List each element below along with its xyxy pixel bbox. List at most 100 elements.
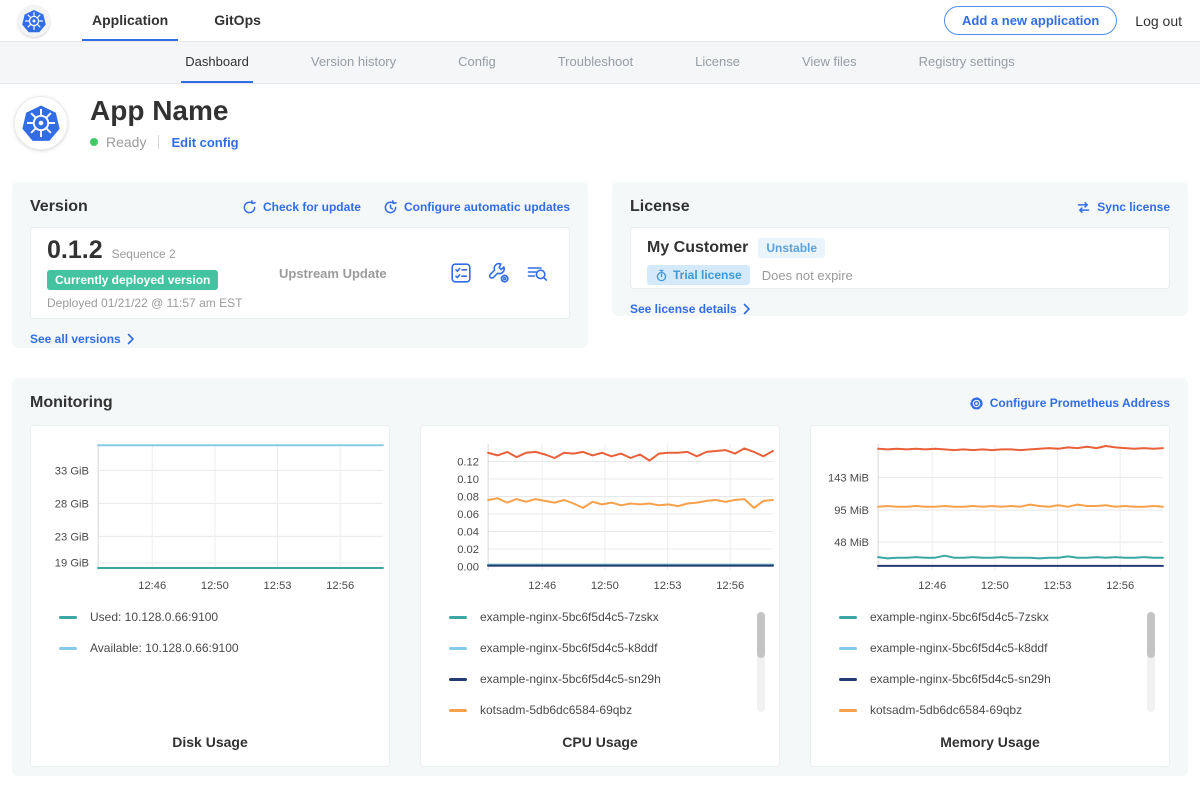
- brand[interactable]: [0, 0, 68, 41]
- legend-item[interactable]: kotsadm-5db6dc6584-69qbz: [839, 703, 1135, 717]
- nav-item-gitops[interactable]: GitOps: [204, 0, 271, 41]
- page-title: App Name: [90, 96, 239, 126]
- svg-text:33 GiB: 33 GiB: [55, 465, 89, 477]
- monitoring-card: Monitoring Configure Prometheus Address …: [12, 378, 1188, 776]
- tab-view-files[interactable]: View files: [798, 42, 861, 83]
- legend-scrollbar[interactable]: [757, 612, 765, 712]
- channel-badge: Unstable: [758, 238, 825, 258]
- legend-swatch: [449, 616, 467, 619]
- tab-troubleshoot[interactable]: Troubleshoot: [554, 42, 637, 83]
- svg-text:0.00: 0.00: [457, 562, 479, 574]
- memory-usage-panel: 48 MiB95 MiB143 MiB12:4612:5012:5312:56 …: [810, 425, 1170, 767]
- svg-text:12:46: 12:46: [138, 580, 166, 592]
- tab-dashboard[interactable]: Dashboard: [181, 42, 253, 83]
- legend-item[interactable]: example-nginx-5bc6f5d4c5-sn29h: [449, 672, 745, 686]
- svg-text:0.12: 0.12: [457, 457, 479, 469]
- edit-config-link[interactable]: Edit config: [171, 135, 238, 150]
- legend-item[interactable]: example-nginx-5bc6f5d4c5-7zskx: [449, 610, 745, 624]
- app-header: App Name Ready Edit config: [0, 84, 1200, 172]
- legend-item[interactable]: example-nginx-5bc6f5d4c5-sn29h: [839, 672, 1135, 686]
- svg-text:0.06: 0.06: [457, 509, 479, 521]
- legend-label: kotsadm-5db6dc6584-69qbz: [870, 703, 1022, 717]
- configure-prometheus-link[interactable]: Configure Prometheus Address: [969, 396, 1170, 411]
- kubernetes-logo-icon: [18, 5, 50, 37]
- deployed-timestamp: Deployed 01/21/22 @ 11:57 am EST: [47, 296, 279, 310]
- svg-text:12:50: 12:50: [591, 580, 619, 592]
- current-version-panel: 0.1.2 Sequence 2 Currently deployed vers…: [30, 227, 570, 319]
- view-logs-icon[interactable]: [525, 261, 549, 285]
- svg-text:48 MiB: 48 MiB: [834, 537, 869, 549]
- disk-usage-panel: 19 GiB23 GiB28 GiB33 GiB12:4612:5012:531…: [30, 425, 390, 767]
- svg-text:19 GiB: 19 GiB: [55, 558, 89, 570]
- tab-version-history[interactable]: Version history: [307, 42, 400, 83]
- tab-registry-settings[interactable]: Registry settings: [915, 42, 1019, 83]
- legend-item[interactable]: example-nginx-5bc6f5d4c5-k8ddf: [839, 641, 1135, 655]
- customer-name: My Customer: [647, 239, 748, 257]
- clock-refresh-icon: [383, 200, 398, 215]
- configure-prometheus-label: Configure Prometheus Address: [990, 396, 1170, 410]
- sync-icon: [1076, 200, 1091, 215]
- refresh-icon: [242, 200, 257, 215]
- svg-text:12:46: 12:46: [528, 580, 556, 592]
- legend-swatch: [449, 678, 467, 681]
- legend-scrollbar[interactable]: [1147, 612, 1155, 712]
- monitoring-title: Monitoring: [30, 394, 113, 412]
- upstream-update-label: Upstream Update: [279, 266, 449, 281]
- kots-admin-dashboard: Application GitOps Add a new application…: [0, 0, 1200, 796]
- legend-label: example-nginx-5bc6f5d4c5-7zskx: [870, 610, 1049, 624]
- memory-usage-title: Memory Usage: [811, 734, 1169, 766]
- see-license-details-link[interactable]: See license details: [630, 302, 751, 316]
- legend-item[interactable]: example-nginx-5bc6f5d4c5-7zskx: [839, 610, 1135, 624]
- disk-usage-chart: 19 GiB23 GiB28 GiB33 GiB12:4612:5012:531…: [31, 434, 389, 596]
- ready-status-dot: [90, 138, 98, 146]
- svg-text:12:53: 12:53: [264, 580, 292, 592]
- currently-deployed-badge: Currently deployed version: [47, 270, 218, 290]
- logout-button[interactable]: Log out: [1135, 13, 1182, 29]
- legend-item[interactable]: kotsadm-5db6dc6584-69qbz: [449, 703, 745, 717]
- configure-automatic-updates-link[interactable]: Configure automatic updates: [383, 200, 570, 215]
- ready-status-label: Ready: [106, 134, 146, 150]
- version-card-title: Version: [30, 198, 88, 216]
- trial-license-label: Trial license: [673, 268, 742, 282]
- check-for-update-link[interactable]: Check for update: [242, 200, 361, 215]
- tab-license[interactable]: License: [691, 42, 744, 83]
- see-all-versions-link[interactable]: See all versions: [30, 332, 135, 346]
- cpu-usage-title: CPU Usage: [421, 734, 779, 766]
- expiry-label: Does not expire: [762, 268, 853, 283]
- legend-swatch: [59, 616, 77, 619]
- configure-automatic-updates-label: Configure automatic updates: [404, 200, 570, 214]
- legend-swatch: [839, 647, 857, 650]
- legend-item[interactable]: Used: 10.128.0.66:9100: [59, 610, 355, 624]
- legend-label: example-nginx-5bc6f5d4c5-k8ddf: [870, 641, 1047, 655]
- legend-swatch: [449, 709, 467, 712]
- svg-text:0.04: 0.04: [457, 527, 479, 539]
- gear-icon: [969, 396, 984, 411]
- legend-label: example-nginx-5bc6f5d4c5-sn29h: [870, 672, 1051, 686]
- sync-license-label: Sync license: [1097, 200, 1170, 214]
- cpu-usage-panel: 0.000.020.040.060.080.100.1212:4612:5012…: [420, 425, 780, 767]
- legend-swatch: [839, 616, 857, 619]
- sync-license-link[interactable]: Sync license: [1076, 200, 1170, 215]
- trial-license-badge: Trial license: [647, 265, 750, 285]
- svg-text:12:56: 12:56: [716, 580, 744, 592]
- legend-scrollbar-thumb[interactable]: [757, 612, 765, 658]
- top-navbar: Application GitOps Add a new application…: [0, 0, 1200, 42]
- see-license-details-label: See license details: [630, 302, 737, 316]
- preflight-checks-icon[interactable]: [449, 261, 473, 285]
- nav-item-application[interactable]: Application: [82, 0, 178, 41]
- top-nav-items: Application GitOps: [82, 0, 271, 41]
- legend-scrollbar-thumb[interactable]: [1147, 612, 1155, 658]
- svg-text:0.10: 0.10: [457, 474, 479, 486]
- config-wrench-icon[interactable]: [487, 261, 511, 285]
- add-new-application-button[interactable]: Add a new application: [944, 6, 1117, 35]
- legend-swatch: [839, 709, 857, 712]
- legend-item[interactable]: example-nginx-5bc6f5d4c5-k8ddf: [449, 641, 745, 655]
- timer-icon: [655, 269, 668, 282]
- memory-usage-chart: 48 MiB95 MiB143 MiB12:4612:5012:5312:56: [811, 434, 1169, 596]
- app-logo-kubernetes-icon: [14, 96, 68, 150]
- tab-config[interactable]: Config: [454, 42, 500, 83]
- legend-item[interactable]: Available: 10.128.0.66:9100: [59, 641, 355, 655]
- legend-label: kotsadm-5db6dc6584-69qbz: [480, 703, 632, 717]
- svg-text:12:50: 12:50: [201, 580, 229, 592]
- svg-text:12:50: 12:50: [981, 580, 1009, 592]
